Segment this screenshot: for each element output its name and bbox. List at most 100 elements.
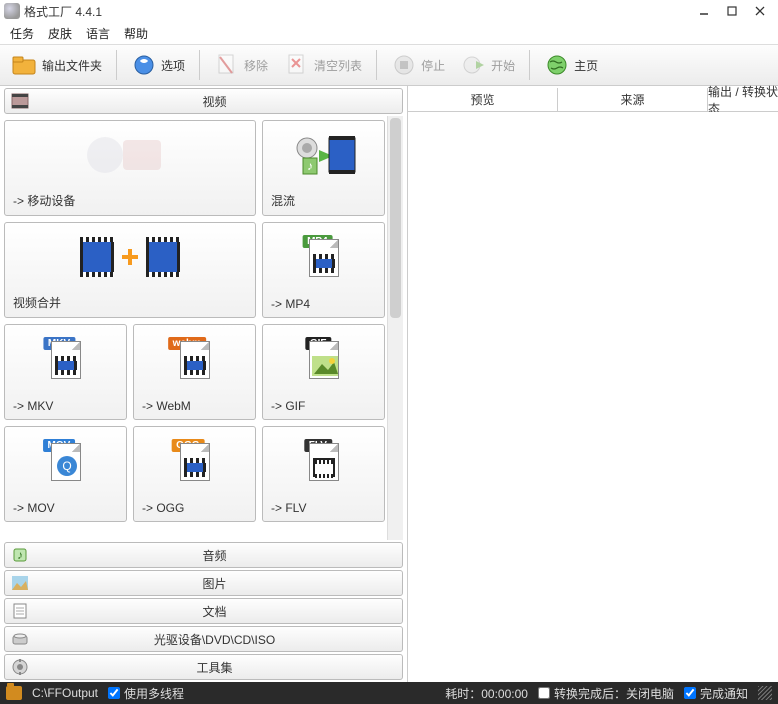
tile-mkv[interactable]: MKV -> MKV [4,324,127,420]
main-area: 视频 -> 移动设备 ♪ [0,86,778,682]
category-label: 图片 [33,575,396,592]
category-label: 光驱设备\DVD\CD\ISO [33,631,396,648]
menu-skin[interactable]: 皮肤 [48,25,72,42]
right-pane: 预览 来源 输出 / 转换状态 [408,86,778,682]
category-image[interactable]: 图片 [4,570,403,596]
checkbox-label: 转换完成后：关闭电脑 [554,685,674,702]
document-icon [11,602,29,620]
toolbar-label: 主页 [574,57,598,74]
tools-icon [11,658,29,676]
toolbar-separator [116,50,117,80]
checkbox-input[interactable] [684,687,696,699]
checkbox-input[interactable] [538,687,550,699]
resize-grip[interactable] [758,686,772,700]
tile-label: -> MKV [5,395,126,419]
tile-webm[interactable]: webm -> WebM [133,324,256,420]
video-join-icon [5,223,255,290]
start-button[interactable]: 开始 [455,50,521,80]
status-bar: C:\FFOutput 使用多线程 耗时：00:00:00 转换完成后：关闭电脑… [0,682,778,704]
minimize-button[interactable] [690,1,718,21]
category-tools[interactable]: 工具集 [4,654,403,680]
start-icon [461,52,487,78]
flv-icon [263,427,384,497]
options-button[interactable]: 选项 [125,50,191,80]
toolbar-label: 清空列表 [314,57,362,74]
toolbar-label: 选项 [161,57,185,74]
home-button[interactable]: 主页 [538,50,604,80]
stop-button[interactable]: 停止 [385,50,451,80]
mkv-icon [5,325,126,395]
scrollbar-thumb[interactable] [390,118,401,318]
right-columns-header: 预览 来源 输出 / 转换状态 [408,88,778,112]
options-icon [131,52,157,78]
svg-text:♪: ♪ [307,159,313,173]
mp4-icon [263,223,384,293]
left-pane: 视频 -> 移动设备 ♪ [0,86,408,682]
tile-label: -> MP4 [263,293,384,317]
output-path[interactable]: C:\FFOutput [32,686,98,700]
column-source[interactable]: 来源 [558,88,708,111]
tile-label: -> GIF [263,395,384,419]
menu-language[interactable]: 语言 [86,25,110,42]
tile-label: 混流 [263,188,384,215]
gif-icon [263,325,384,395]
menu-bar: 任务 皮肤 语言 帮助 [0,22,778,44]
image-icon [11,574,29,592]
tile-mobile[interactable]: -> 移动设备 [4,120,256,216]
clear-list-button[interactable]: 清空列表 [278,50,368,80]
output-folder-button[interactable]: 输出文件夹 [6,50,108,80]
tile-video-join[interactable]: 视频合并 [4,222,256,318]
ogg-icon [134,427,255,497]
window-title: 格式工厂 4.4.1 [24,3,690,20]
tile-label: -> OGG [134,497,255,521]
checkbox-label: 完成通知 [700,685,748,702]
category-video-header[interactable]: 视频 [4,88,403,114]
disc-icon [11,630,29,648]
elapsed-label: 耗时：00:00:00 [445,685,528,702]
video-icon [11,92,29,110]
toolbar-label: 输出文件夹 [42,57,102,74]
tile-label: -> 移动设备 [5,188,255,215]
tile-label: -> WebM [134,395,255,419]
tile-area: -> 移动设备 ♪ 混流 [4,116,403,540]
svg-text:♪: ♪ [17,548,23,562]
column-label: 来源 [620,91,644,108]
after-convert-checkbox[interactable]: 转换完成后：关闭电脑 [538,685,674,702]
tile-mov[interactable]: MOV Q -> MOV [4,426,127,522]
toolbar-separator [199,50,200,80]
tile-mux[interactable]: ♪ 混流 [262,120,385,216]
task-list[interactable] [408,112,778,682]
category-label: 音频 [33,547,396,564]
tile-ogg[interactable]: OGG -> OGG [133,426,256,522]
column-label: 预览 [470,91,494,108]
category-label: 文档 [33,603,396,620]
remove-button[interactable]: 移除 [208,50,274,80]
category-document[interactable]: 文档 [4,598,403,624]
column-status[interactable]: 输出 / 转换状态 [708,88,778,111]
tile-mp4[interactable]: MP4 -> MP4 [262,222,385,318]
mobile-icon [5,121,255,188]
column-preview[interactable]: 预览 [408,88,558,111]
checkbox-label: 使用多线程 [124,685,184,702]
audio-icon: ♪ [11,546,29,564]
scrollbar[interactable] [387,116,403,540]
notify-checkbox[interactable]: 完成通知 [684,685,748,702]
close-button[interactable] [746,1,774,21]
title-bar: 格式工厂 4.4.1 [0,0,778,22]
checkbox-input[interactable] [108,687,120,699]
tile-flv[interactable]: FLV -> FLV [262,426,385,522]
mov-icon: Q [5,427,126,497]
toolbar-label: 移除 [244,57,268,74]
maximize-button[interactable] [718,1,746,21]
category-label: 视频 [33,93,396,110]
tile-gif[interactable]: GIF -> GIF [262,324,385,420]
multithread-checkbox[interactable]: 使用多线程 [108,685,184,702]
folder-icon[interactable] [6,686,22,700]
menu-task[interactable]: 任务 [10,25,34,42]
toolbar: 输出文件夹 选项 移除 清空列表 停止 开始 主页 [0,44,778,86]
menu-help[interactable]: 帮助 [124,25,148,42]
tile-label: -> FLV [263,497,384,521]
category-audio[interactable]: ♪ 音频 [4,542,403,568]
category-optical[interactable]: 光驱设备\DVD\CD\ISO [4,626,403,652]
webm-icon [134,325,255,395]
